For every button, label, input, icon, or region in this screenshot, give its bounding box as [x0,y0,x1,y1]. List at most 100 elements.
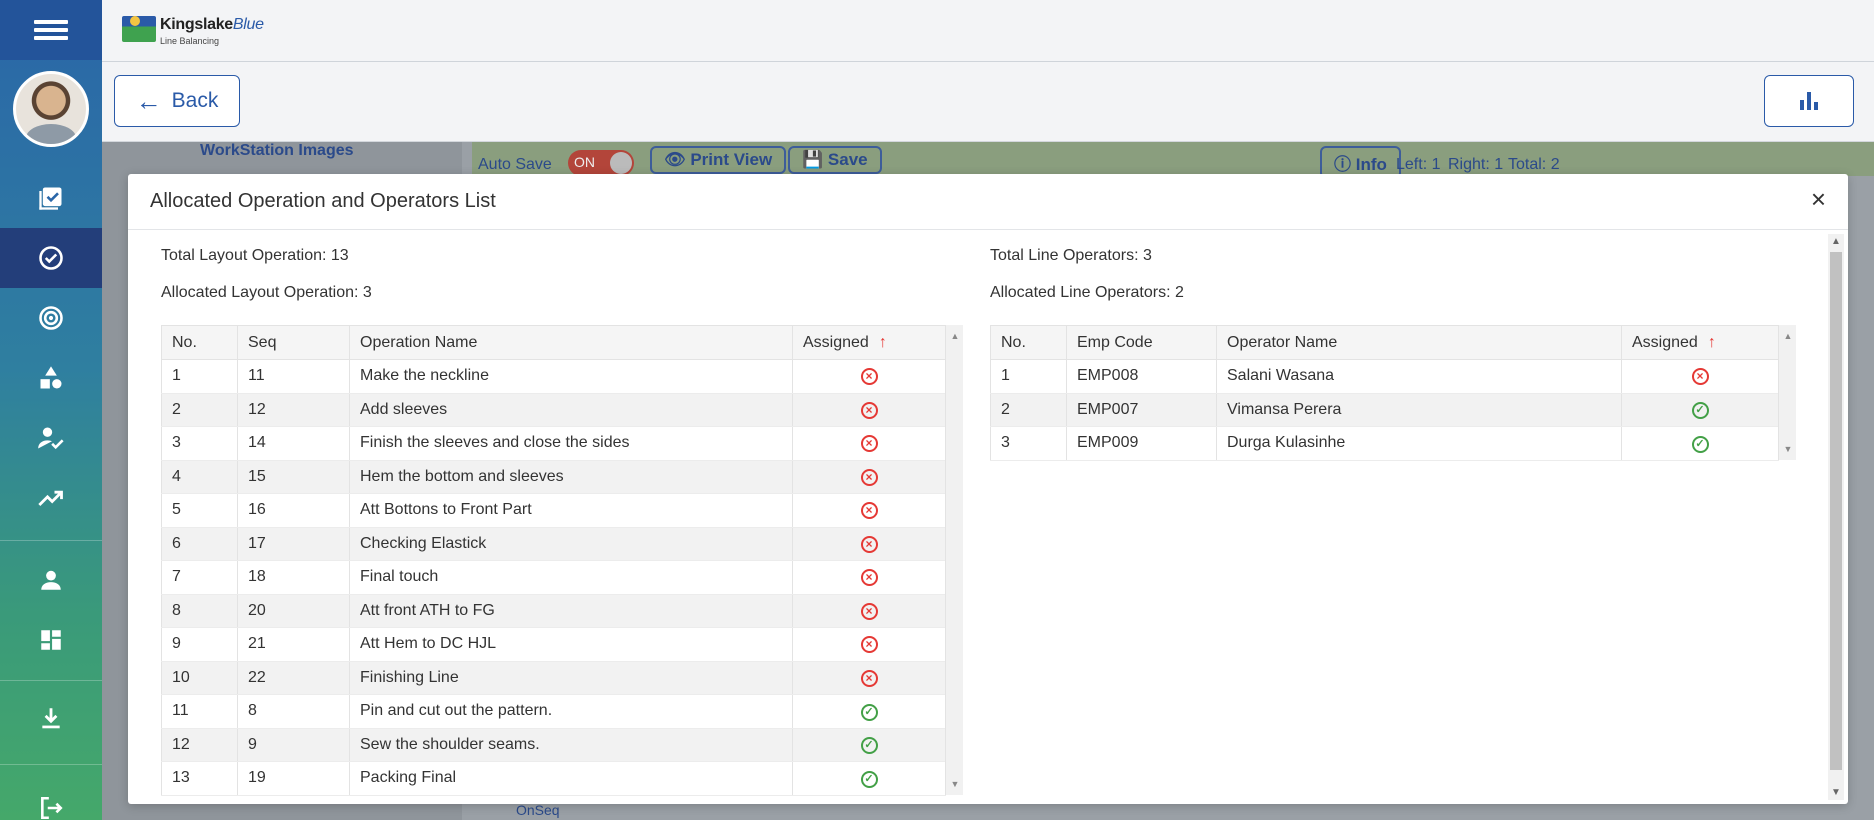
cell-no: 11 [161,694,238,729]
table-row[interactable]: 2 EMP007 Vimansa Perera ✓ [990,393,1779,427]
cell-name: Sew the shoulder seams. [349,728,793,762]
table-row[interactable]: 1 EMP008 Salani Wasana × [990,359,1779,394]
download-icon[interactable] [0,688,102,748]
sidebar [0,0,102,820]
cell-code: EMP009 [1066,426,1217,461]
check-circle-icon[interactable] [0,228,102,288]
table-row[interactable]: 7 18 Final touch × [161,560,946,595]
cell-no: 4 [161,460,238,494]
cell-seq: 18 [237,560,350,595]
user-check-icon[interactable] [0,408,102,468]
cell-no: 13 [161,761,238,796]
table-row[interactable]: 12 9 Sew the shoulder seams. ✓ [161,728,946,762]
cell-seq: 19 [237,761,350,796]
shapes-icon[interactable] [0,348,102,408]
cell-name: Final touch [349,560,793,595]
save-button[interactable]: 💾 Save [788,146,882,174]
cell-code: EMP008 [1066,359,1217,394]
cell-assigned: × [792,393,946,427]
cell-assigned: × [792,527,946,561]
table-row[interactable]: 13 19 Packing Final ✓ [161,761,946,796]
cell-no: 2 [990,393,1067,427]
column-header-operator-name[interactable]: Operator Name [1216,325,1622,360]
sort-asc-icon: ↑ [1707,333,1716,351]
cell-seq: 9 [237,728,350,762]
allocated-line-operators: Allocated Line Operators: 2 [990,284,1184,301]
table-row[interactable]: 9 21 Att Hem to DC HJL × [161,627,946,662]
modal-body: Total Layout Operation: 13 Allocated Lay… [128,231,1826,804]
unassigned-x-icon: × [860,435,878,453]
modal-scrollbar[interactable]: ▲ ▼ [1828,234,1844,800]
column-header-no[interactable]: No. [990,325,1067,360]
column-header-no[interactable]: No. [161,325,238,360]
cell-name: Att Bottons to Front Part [349,493,793,528]
dashboard-icon[interactable] [0,610,102,670]
cell-no: 1 [161,359,238,394]
assigned-check-icon: ✓ [1691,435,1709,453]
table-row[interactable]: 4 15 Hem the bottom and sleeves × [161,460,946,494]
table-row[interactable]: 2 12 Add sleeves × [161,393,946,427]
table-row[interactable]: 10 22 Finishing Line × [161,661,946,695]
person-icon[interactable] [0,550,102,610]
operations-table-scrollbar[interactable]: ▲ ▼ [945,325,963,795]
unassigned-x-icon: × [860,602,878,620]
cell-no: 1 [990,359,1067,394]
cell-seq: 22 [237,661,350,695]
table-row[interactable]: 3 14 Finish the sleeves and close the side… [161,426,946,461]
target-icon[interactable] [0,288,102,348]
avatar[interactable] [13,71,89,147]
table-row[interactable]: 3 EMP009 Durga Kulasinhe ✓ [990,426,1779,461]
top-bar: KingslakeBlue Line Balancing [102,0,1874,62]
print-view-button[interactable]: 👁 Print View [650,146,787,174]
auto-save-toggle[interactable]: ON [568,150,634,176]
column-header-assigned[interactable]: Assigned ↑ [1621,325,1779,360]
cell-assigned: × [1621,359,1779,394]
table-row[interactable]: 5 16 Att Bottons to Front Part × [161,493,946,528]
onseq-label: OnSeq [516,802,560,818]
table-header-row: No. Seq Operation Name Assigned ↑ [161,325,946,360]
cell-no: 10 [161,661,238,695]
column-header-seq[interactable]: Seq [237,325,350,360]
table-row[interactable]: 8 20 Att front ATH to FG × [161,594,946,628]
operators-table-scrollbar[interactable]: ▲ ▼ [1778,325,1796,460]
cell-name: Salani Wasana [1216,359,1622,394]
unassigned-x-icon: × [1691,368,1709,386]
back-button[interactable]: ← Back [114,75,240,127]
cell-no: 3 [161,426,238,461]
eye-icon: 👁 [664,150,686,169]
allocated-layout-operation: Allocated Layout Operation: 3 [161,284,372,301]
table-row[interactable]: 11 8 Pin and cut out the pattern. ✓ [161,694,946,729]
table-row[interactable]: 6 17 Checking Elastick × [161,527,946,561]
close-icon[interactable]: × [1811,186,1826,212]
operators-table: No. Emp Code Operator Name Assigned ↑ 1 EM… [990,325,1779,461]
unassigned-x-icon: × [860,468,878,486]
column-header-operation-name[interactable]: Operation Name [349,325,793,360]
cell-assigned: ✓ [792,728,946,762]
cell-name: Vimansa Perera [1216,393,1622,427]
allocated-list-modal: Allocated Operation and Operators List ×… [128,174,1848,804]
cell-seq: 15 [237,460,350,494]
cell-assigned: ✓ [1621,426,1779,461]
checklist-icon[interactable] [0,168,102,228]
cell-name: Finish the sleeves and close the sides [349,426,793,461]
table-row[interactable]: 1 11 Make the neckline × [161,359,946,394]
cell-name: Att front ATH to FG [349,594,793,628]
cell-no: 8 [161,594,238,628]
column-header-assigned[interactable]: Assigned ↑ [792,325,946,360]
cell-seq: 17 [237,527,350,561]
logout-icon[interactable] [0,778,102,820]
menu-icon[interactable] [0,0,102,60]
cell-name: Make the neckline [349,359,793,394]
cell-assigned: × [792,627,946,662]
cell-name: Packing Final [349,761,793,796]
cell-assigned: × [792,560,946,595]
trending-up-icon[interactable] [0,468,102,528]
column-header-emp-code[interactable]: Emp Code [1066,325,1217,360]
cell-assigned: × [792,426,946,461]
cell-no: 12 [161,728,238,762]
cell-no: 5 [161,493,238,528]
cell-assigned: × [792,661,946,695]
brand-logo[interactable]: KingslakeBlue Line Balancing [122,12,264,48]
cell-assigned: × [792,594,946,628]
chart-button[interactable] [1764,75,1854,127]
